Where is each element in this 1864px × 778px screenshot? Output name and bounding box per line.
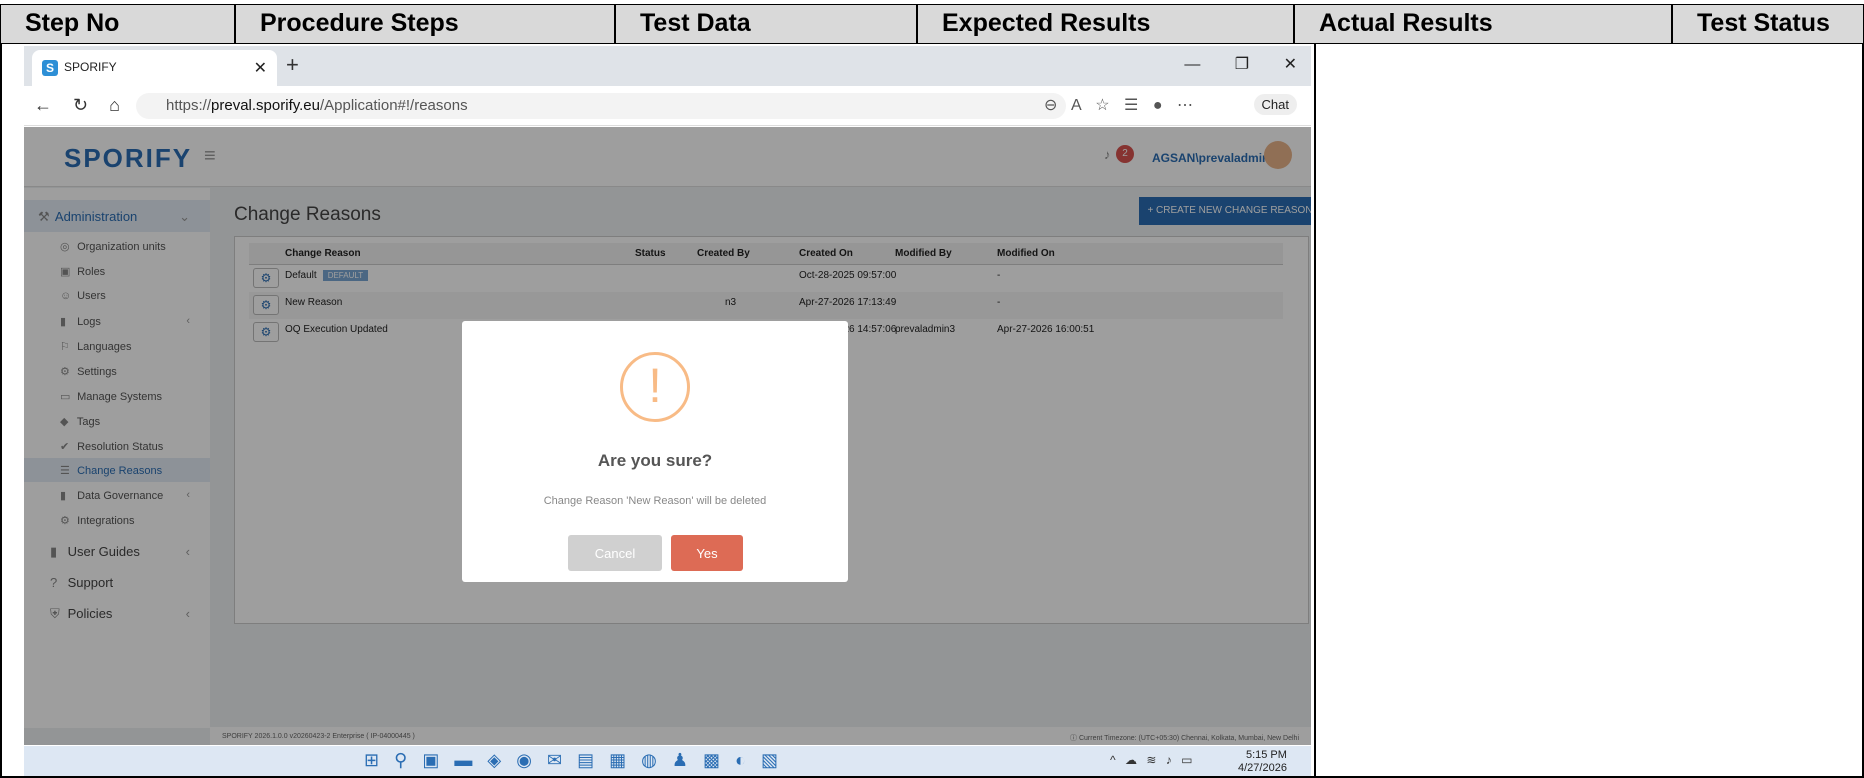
excel-icon[interactable]: ▩ <box>703 750 720 770</box>
edge-beta-icon[interactable]: ◐ <box>735 750 746 770</box>
clock-date: 4/27/2026 <box>1238 762 1287 774</box>
chevron-up-icon[interactable]: ^ <box>1110 753 1116 767</box>
edge-icon[interactable]: ◍ <box>641 750 657 770</box>
back-icon[interactable]: ← <box>34 95 52 115</box>
file-explorer-icon[interactable]: ▬ <box>454 750 472 770</box>
table-border <box>0 44 2 778</box>
app-icon[interactable]: ◈ <box>487 750 501 770</box>
browser-tab[interactable]: S SPORIFY ✕ <box>32 50 277 86</box>
header-expected-results: Expected Results <box>917 4 1294 44</box>
dialog-message: Change Reason 'New Reason' will be delet… <box>543 495 767 507</box>
chrome-icon[interactable]: ◉ <box>516 750 532 770</box>
word-icon[interactable]: ▧ <box>761 750 778 770</box>
window-controls: — ❐ ✕ <box>1184 54 1297 74</box>
nav-buttons: ← ↻ ⌂ <box>34 95 120 116</box>
url-domain: preval.sporify.eu <box>211 97 320 114</box>
favorite-icon[interactable]: ☆ <box>1095 97 1109 114</box>
url-path: /Application#!/reasons <box>319 97 468 114</box>
ide-icon[interactable]: ▦ <box>609 750 626 770</box>
url-scheme: https:// <box>166 97 212 114</box>
taskbar-apps: ⊞ ⚲ ▣ ▬ ◈ ◉ ✉ ▤ ▦ ◍ ♟ ▩ ◐ ▧ <box>364 750 778 771</box>
new-tab-icon[interactable]: + <box>286 52 299 78</box>
browser-actions: ⊖ A ☆ ☰ ● ⋯ <box>1044 95 1193 115</box>
clock[interactable]: 5:15 PM 4/27/2026 <box>1238 749 1287 775</box>
wifi-icon[interactable]: ≋ <box>1146 753 1156 767</box>
home-icon[interactable]: ⌂ <box>109 95 120 115</box>
table-border <box>1862 44 1864 778</box>
windows-start-icon[interactable]: ⊞ <box>364 750 379 770</box>
zoom-icon[interactable]: ⊖ <box>1044 97 1057 114</box>
copilot-chat-button[interactable]: Chat <box>1253 94 1297 115</box>
outlook-icon[interactable]: ✉ <box>547 750 562 770</box>
warning-icon: ! <box>620 352 690 422</box>
system-tray: ^ ☁ ≋ ♪ ▭ <box>1110 753 1192 767</box>
battery-icon[interactable]: ▭ <box>1181 753 1192 767</box>
teams-icon[interactable]: ♟ <box>672 750 688 770</box>
header-test-status: Test Status <box>1672 4 1864 44</box>
browser-screenshot: S SPORIFY ✕ + — ❐ ✕ ← ↻ ⌂ https://preval.… <box>24 46 1311 776</box>
confirm-dialog: ! Are you sure? Change Reason 'New Reaso… <box>462 321 848 582</box>
favorites-icon[interactable]: ☰ <box>1124 97 1138 114</box>
address-bar-row: ← ↻ ⌂ https://preval.sporify.eu/Applicat… <box>24 86 1311 126</box>
search-icon[interactable]: ⚲ <box>394 750 407 770</box>
clock-time: 5:15 PM <box>1245 749 1287 761</box>
store-icon[interactable]: ▤ <box>577 750 594 770</box>
browser-tab-bar: S SPORIFY ✕ + — ❐ ✕ <box>24 46 1311 86</box>
sporify-app: SPORIFY ≡ ♪ 2 AGSAN\prevaladmin3 ⚒ Admin… <box>24 127 1311 745</box>
cloud-icon[interactable]: ☁ <box>1125 753 1137 767</box>
tab-title: SPORIFY <box>64 60 117 75</box>
header-procedure-steps: Procedure Steps <box>235 4 615 44</box>
header-test-data: Test Data <box>615 4 917 44</box>
test-document: Step No Procedure Steps Test Data Expect… <box>0 0 1864 778</box>
more-icon[interactable]: ⋯ <box>1177 97 1193 114</box>
profile-icon[interactable]: ● <box>1153 97 1163 114</box>
minimize-icon[interactable]: — <box>1184 56 1200 73</box>
sporify-favicon-icon: S <box>42 60 58 76</box>
volume-icon[interactable]: ♪ <box>1166 753 1172 767</box>
task-view-icon[interactable]: ▣ <box>422 750 439 770</box>
read-aloud-icon[interactable]: A <box>1071 97 1081 114</box>
close-tab-icon[interactable]: ✕ <box>254 58 267 78</box>
windows-taskbar: ⊞ ⚲ ▣ ▬ ◈ ◉ ✉ ▤ ▦ ◍ ♟ ▩ ◐ ▧ ^ ☁ ≋ ♪ ▭ 5:… <box>24 746 1311 776</box>
close-window-icon[interactable]: ✕ <box>1284 56 1297 73</box>
header-actual-results: Actual Results <box>1294 4 1672 44</box>
dialog-title: Are you sure? <box>597 451 713 470</box>
restore-icon[interactable]: ❐ <box>1235 56 1249 73</box>
cancel-button[interactable]: Cancel <box>568 535 662 571</box>
yes-button[interactable]: Yes <box>671 535 743 571</box>
table-border <box>0 776 1864 778</box>
table-border <box>1314 44 1316 778</box>
url-field[interactable]: https://preval.sporify.eu/Application#!/… <box>136 93 1066 119</box>
refresh-icon[interactable]: ↻ <box>73 95 88 115</box>
header-step-no: Step No <box>0 4 235 44</box>
